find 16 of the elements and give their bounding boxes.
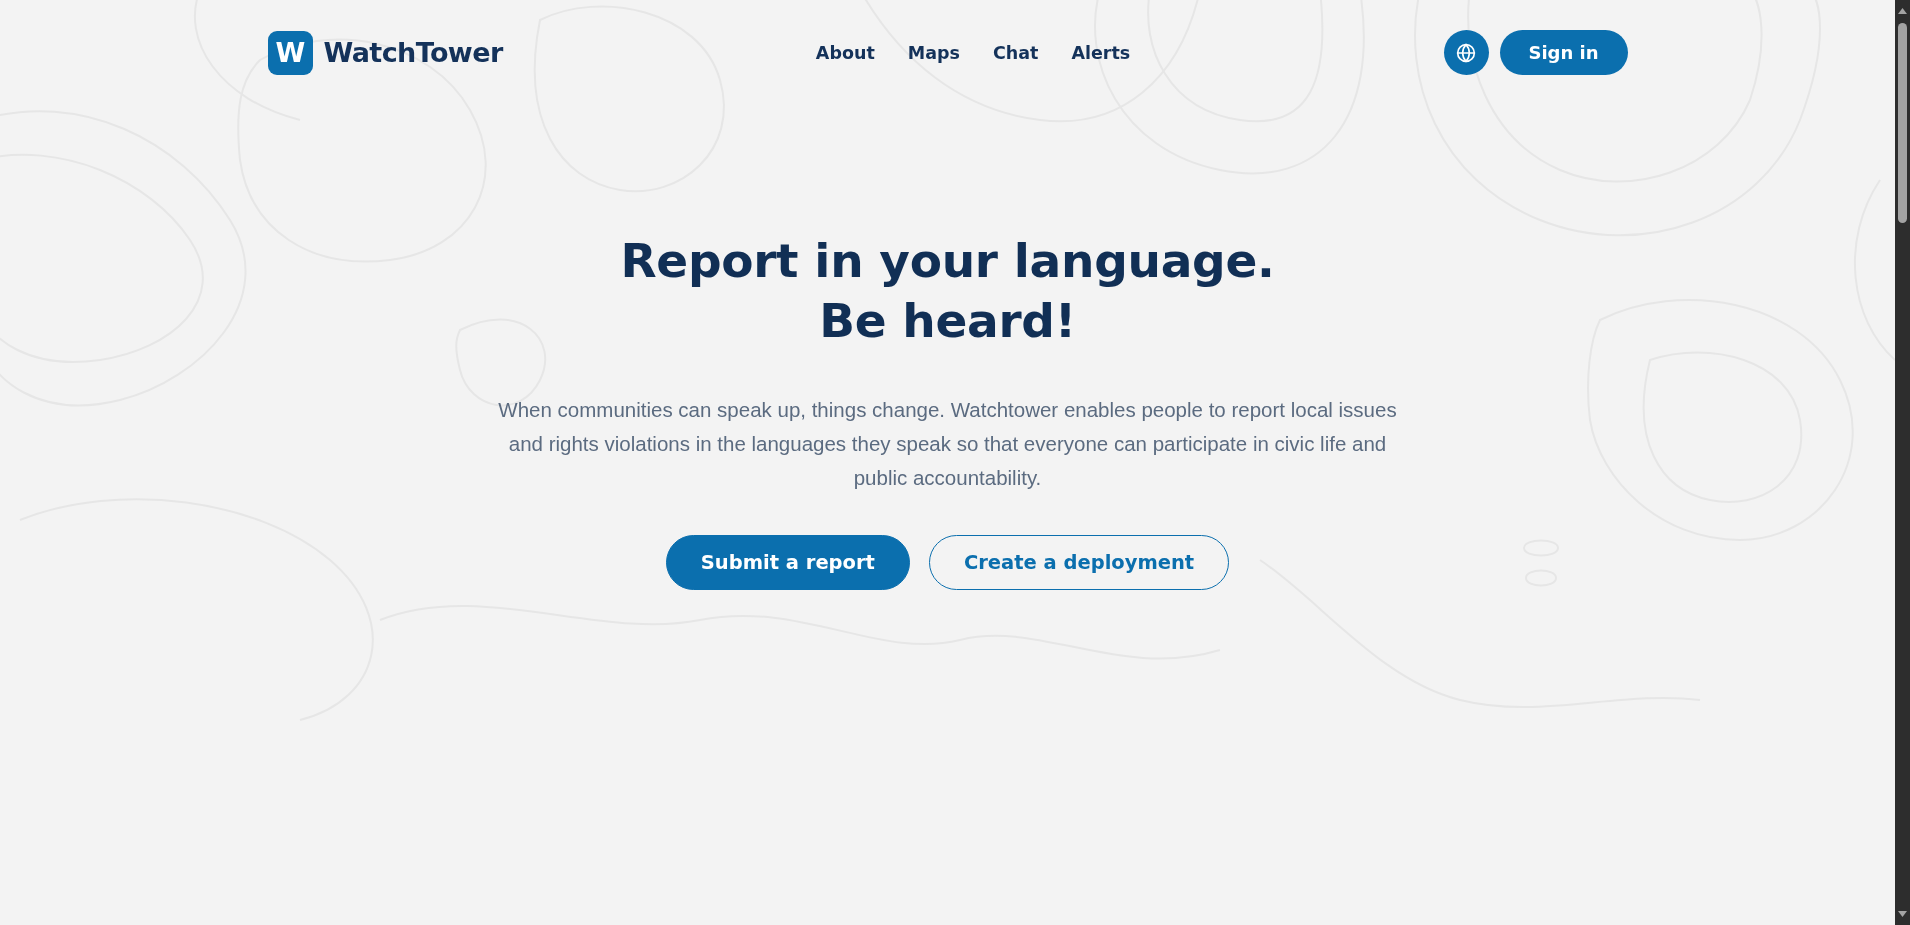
language-button[interactable] [1443, 30, 1489, 75]
nav-link[interactable]: About [815, 42, 875, 63]
submit-report-button[interactable]: Submit a report [665, 535, 910, 590]
hero-description: When communities can speak up, things change. Watchtower enables people to report local issues and rights violations in the languages they speak so that everyone can participate in civic life and public accountability. [497, 397, 1398, 491]
sign-in-button[interactable]: Sign in [1499, 30, 1628, 75]
scroll-down-arrow-icon[interactable] [1898, 911, 1907, 917]
nav-link[interactable]: Alerts [1071, 42, 1131, 63]
nav-link[interactable]: Chat [992, 42, 1039, 63]
hero-heading: Report in your language. Be heard! [620, 232, 1275, 350]
nav-link[interactable]: Maps [907, 42, 960, 63]
logo-mark[interactable]: W [267, 30, 313, 75]
globe-icon [1456, 42, 1476, 63]
scrollbar-thumb[interactable] [1898, 23, 1907, 223]
scrollbar-track[interactable] [1895, 0, 1910, 925]
scroll-up-arrow-icon[interactable] [1898, 8, 1907, 14]
brand-name: WatchTower [323, 37, 503, 68]
